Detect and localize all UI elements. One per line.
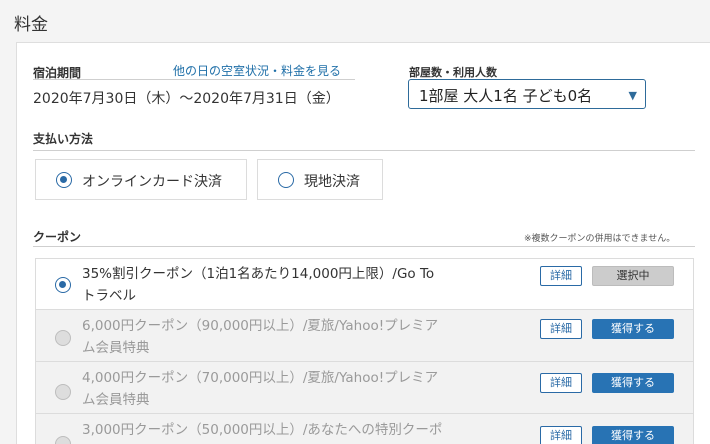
pricing-panel: 宿泊期間 他の日の空室状況・料金を見る 2020年7月30日（木）～2020年7… [16,42,710,444]
coupon-title-cont: ム会員特典 [82,392,150,408]
payment-divider [33,150,695,151]
radio-disabled-icon[interactable] [55,436,71,444]
rooms-guests-value: 1部屋 大人1名 子ども0名 [419,87,593,105]
coupon-detail-button[interactable]: 詳細 [540,266,582,286]
payment-option-onsite[interactable]: 現地決済 [257,159,383,200]
coupon-text: 6,000円クーポン（90,000円以上）/夏旅/Yahoo!プレミア ム会員特… [82,315,502,359]
coupon-row[interactable]: 4,000円クーポン（70,000円以上）/夏旅/Yahoo!プレミア ム会員特… [35,361,694,414]
radio-selected-icon[interactable] [55,277,71,293]
coupon-detail-button[interactable]: 詳細 [540,373,582,393]
radio-selected-icon[interactable] [56,172,72,188]
payment-option-online-card[interactable]: オンラインカード決済 [35,159,247,200]
radio-unselected-icon[interactable] [278,172,294,188]
coupon-detail-button[interactable]: 詳細 [540,426,582,444]
coupon-text: 4,000円クーポン（70,000円以上）/夏旅/Yahoo!プレミア ム会員特… [82,367,502,411]
payment-option-label: 現地決済 [304,174,360,190]
coupon-get-button[interactable]: 獲得する [592,426,674,444]
coupon-label: クーポン [33,230,82,244]
coupon-title-cont: ム会員特典 [82,340,150,356]
coupon-get-button[interactable]: 獲得する [592,319,674,339]
rooms-guests-select[interactable]: 1部屋 大人1名 子ども0名 ▼ [408,79,646,109]
payment-method-label: 支払い方法 [33,132,94,146]
coupon-divider [33,246,695,247]
coupon-note: ※複数クーポンの併用はできません。 [524,234,676,244]
page-title: 料金 [14,15,48,35]
coupon-text: 35%割引クーポン（1泊1名あたり14,000円上限）/Go To トラベル [82,263,502,307]
radio-disabled-icon[interactable] [55,330,71,346]
coupon-get-button[interactable]: 獲得する [592,373,674,393]
coupon-title: 4,000円クーポン（70,000円以上）/夏旅/Yahoo!プレミア [82,370,439,386]
coupon-row[interactable]: 3,000円クーポン（50,000円以上）/あなたへの特別クーポ 詳細 獲得する [35,413,694,444]
rooms-guests-label: 部屋数・利用人数 [409,66,497,79]
other-dates-link[interactable]: 他の日の空室状況・料金を見る [173,62,341,79]
coupon-selected-button[interactable]: 選択中 [592,266,674,286]
coupon-text: 3,000円クーポン（50,000円以上）/あなたへの特別クーポ [82,419,502,441]
stay-divider [33,79,355,80]
coupon-row[interactable]: 6,000円クーポン（90,000円以上）/夏旅/Yahoo!プレミア ム会員特… [35,309,694,362]
coupon-title: 3,000円クーポン（50,000円以上）/あなたへの特別クーポ [82,422,443,438]
stay-dates: 2020年7月30日（木）～2020年7月31日（金） [33,91,340,107]
radio-disabled-icon[interactable] [55,384,71,400]
coupon-title-cont: トラベル [82,288,136,304]
payment-option-label: オンラインカード決済 [82,174,222,190]
coupon-detail-button[interactable]: 詳細 [540,319,582,339]
caret-down-icon: ▼ [628,89,637,102]
coupon-title: 6,000円クーポン（90,000円以上）/夏旅/Yahoo!プレミア [82,318,439,334]
coupon-row[interactable]: 35%割引クーポン（1泊1名あたり14,000円上限）/Go To トラベル 詳… [35,258,694,310]
coupon-title: 35%割引クーポン（1泊1名あたり14,000円上限）/Go To [82,266,435,282]
